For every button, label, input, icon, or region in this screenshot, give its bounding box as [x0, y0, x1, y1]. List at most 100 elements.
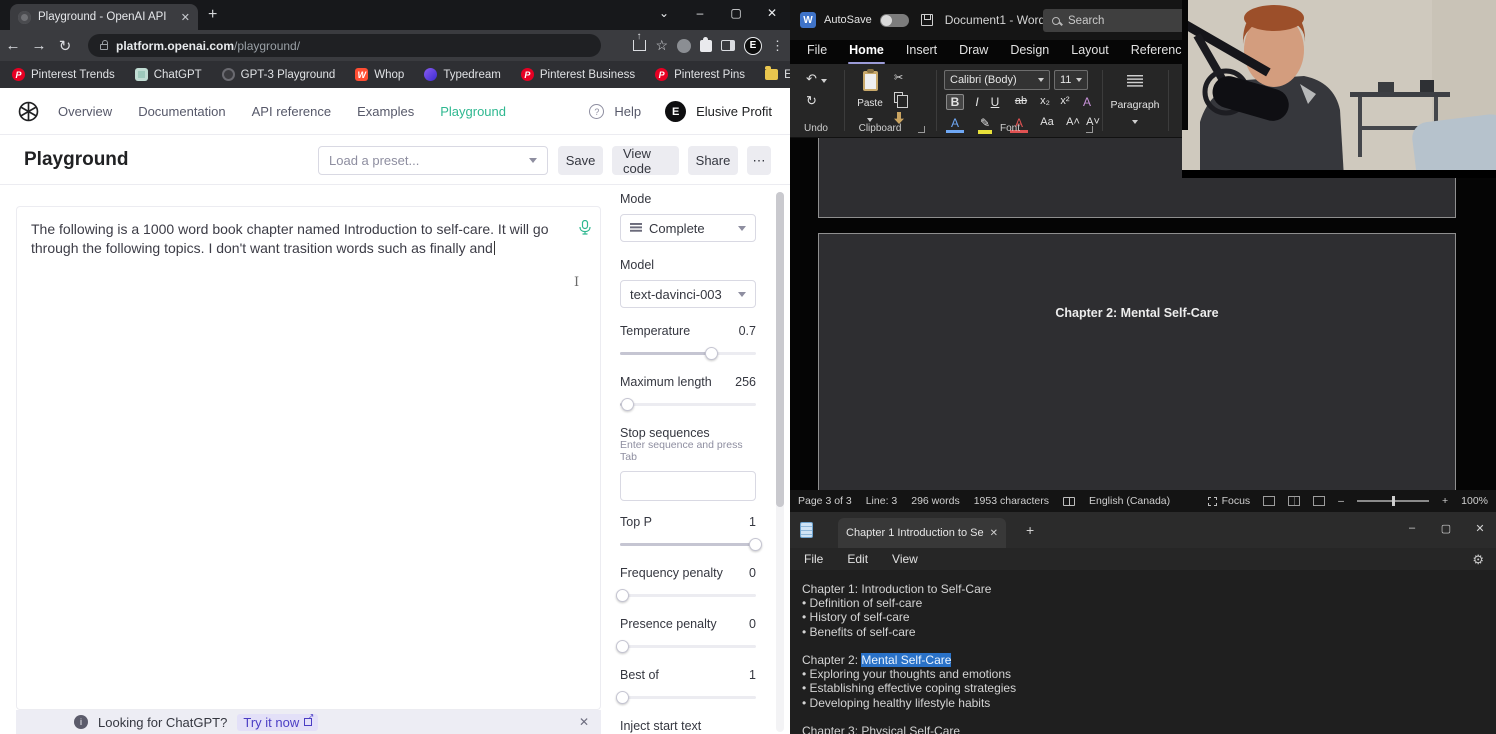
slider-thumb[interactable] [616, 640, 629, 653]
window-maximize-button[interactable]: ▢ [1438, 522, 1454, 535]
save-icon[interactable] [921, 14, 933, 26]
text-effects-button[interactable]: A [946, 116, 964, 133]
temperature-slider[interactable] [620, 352, 756, 355]
slider-thumb[interactable] [621, 398, 634, 411]
zoom-out-button[interactable]: – [1338, 495, 1344, 507]
clipboard-dialog-launcher[interactable] [918, 126, 925, 133]
top-p-slider[interactable] [620, 543, 756, 546]
share-button[interactable]: Share [688, 146, 738, 175]
paragraph-group-button[interactable]: Paragraph [1108, 74, 1162, 129]
browser-menu-icon[interactable]: ⋮ [771, 38, 784, 54]
banner-close-icon[interactable]: ✕ [579, 715, 589, 729]
extensions-puzzle-icon[interactable] [700, 40, 712, 52]
window-minimize-button[interactable]: – [692, 6, 708, 20]
change-case-button[interactable]: Aa [1038, 116, 1056, 128]
try-it-now-link[interactable]: Try it now [237, 714, 318, 731]
menu-edit[interactable]: Edit [847, 552, 868, 566]
autosave-toggle[interactable] [880, 14, 909, 27]
font-name-combo[interactable]: Calibri (Body) [944, 70, 1050, 90]
zoom-slider[interactable] [1357, 500, 1429, 502]
url-bar[interactable]: platform.openai.com/playground/ [88, 34, 601, 57]
max-length-slider[interactable] [620, 403, 756, 406]
window-minimize-button[interactable]: – [1404, 522, 1420, 534]
proofing-book-icon[interactable] [1063, 497, 1075, 506]
new-tab-button[interactable]: + [1026, 522, 1034, 538]
window-close-button[interactable]: ✕ [1472, 522, 1488, 535]
web-layout-icon[interactable] [1313, 496, 1325, 506]
account-avatar[interactable]: E [665, 101, 686, 122]
copy-icon[interactable] [894, 92, 903, 103]
subscript-button[interactable]: x₂ [1036, 95, 1054, 107]
status-296-words[interactable]: 296 words [911, 495, 959, 507]
ribbon-tab-layout[interactable]: Layout [1060, 40, 1120, 64]
italic-button[interactable]: I [968, 95, 986, 109]
slider-thumb[interactable] [749, 538, 762, 551]
bookmark-chatgpt[interactable]: ChatGPT [135, 68, 202, 81]
help-icon[interactable]: ? [589, 104, 604, 119]
nav-item-documentation[interactable]: Documentation [138, 104, 225, 119]
mode-select[interactable]: Complete [620, 214, 756, 242]
tab-close-icon[interactable]: ✕ [181, 11, 190, 24]
bookmark-pinterest-trends[interactable]: PPinterest Trends [12, 68, 115, 81]
nav-item-overview[interactable]: Overview [58, 104, 112, 119]
browser-tab[interactable]: Playground - OpenAI API ✕ [10, 4, 198, 30]
grow-font-button[interactable]: A˄ [1064, 116, 1082, 128]
zoom-in-button[interactable]: + [1442, 495, 1448, 507]
window-chevron-icon[interactable]: ⌄ [656, 6, 672, 20]
best-of-slider[interactable] [620, 696, 756, 699]
zoom-level[interactable]: 100% [1461, 495, 1488, 507]
print-layout-icon[interactable] [1288, 496, 1300, 506]
font-size-combo[interactable]: 11 [1054, 70, 1088, 90]
presence-penalty-slider[interactable] [620, 645, 756, 648]
status-line-3[interactable]: Line: 3 [866, 495, 898, 507]
underline-button[interactable]: U [986, 95, 1004, 109]
forward-button[interactable]: → [26, 37, 52, 54]
browser-profile-avatar[interactable]: E [744, 37, 762, 55]
reload-button[interactable]: ↻ [52, 37, 78, 55]
back-button[interactable]: ← [0, 37, 26, 54]
preset-select[interactable]: Load a preset... [318, 146, 548, 175]
side-panel-icon[interactable] [721, 40, 735, 51]
ribbon-tab-home[interactable]: Home [838, 40, 895, 64]
word-search-box[interactable]: Search [1043, 9, 1193, 32]
share-icon[interactable] [633, 40, 646, 51]
ribbon-tab-insert[interactable]: Insert [895, 40, 948, 64]
strikethrough-button[interactable]: ab [1012, 95, 1030, 107]
superscript-button[interactable]: x² [1056, 95, 1074, 107]
microphone-icon[interactable] [579, 220, 591, 240]
bookmark-star-icon[interactable]: ☆ [655, 37, 668, 54]
settings-gear-icon[interactable]: ⚙ [1472, 552, 1484, 568]
model-select[interactable]: text-davinci-003 [620, 280, 756, 308]
language-status[interactable]: English (Canada) [1089, 495, 1170, 507]
ribbon-tab-file[interactable]: File [796, 40, 838, 64]
more-button[interactable]: ⋯ [747, 146, 771, 175]
nav-item-api-reference[interactable]: API reference [252, 104, 332, 119]
nav-item-examples[interactable]: Examples [357, 104, 414, 119]
page-scrollbar[interactable] [776, 192, 784, 732]
paste-button[interactable]: Paste [852, 71, 888, 127]
notepad-content[interactable]: Chapter 1: Introduction to Self-Care• De… [790, 572, 1496, 734]
menu-file[interactable]: File [804, 552, 823, 566]
notepad-tab[interactable]: Chapter 1 Introduction to Self-Care ✕ [838, 518, 1006, 548]
document-page-2[interactable]: Chapter 2: Mental Self-Care [818, 233, 1456, 490]
frequency-penalty-slider[interactable] [620, 594, 756, 597]
font-dialog-launcher[interactable] [1086, 126, 1093, 133]
slider-thumb[interactable] [616, 691, 629, 704]
menu-view[interactable]: View [892, 552, 918, 566]
extension-globe-icon[interactable] [677, 39, 691, 53]
read-mode-icon[interactable] [1263, 496, 1275, 506]
help-label[interactable]: Help [614, 104, 641, 119]
tab-close-icon[interactable]: ✕ [990, 528, 998, 539]
nav-item-playground[interactable]: Playground [440, 104, 506, 119]
undo-button[interactable]: ↶ [806, 72, 827, 85]
save-button[interactable]: Save [558, 146, 603, 175]
slider-thumb[interactable] [616, 589, 629, 602]
focus-mode-button[interactable]: Focus [1208, 495, 1251, 507]
bookmark-gpt-3-playground[interactable]: GPT-3 Playground [222, 68, 336, 81]
clear-formatting-button[interactable]: A [1078, 95, 1096, 109]
cut-icon[interactable]: ✂ [894, 73, 903, 84]
ribbon-tab-draw[interactable]: Draw [948, 40, 999, 64]
status-1953-characters[interactable]: 1953 characters [974, 495, 1049, 507]
bookmark-pinterest-business[interactable]: PPinterest Business [521, 68, 635, 81]
view-code-button[interactable]: View code [612, 146, 679, 175]
